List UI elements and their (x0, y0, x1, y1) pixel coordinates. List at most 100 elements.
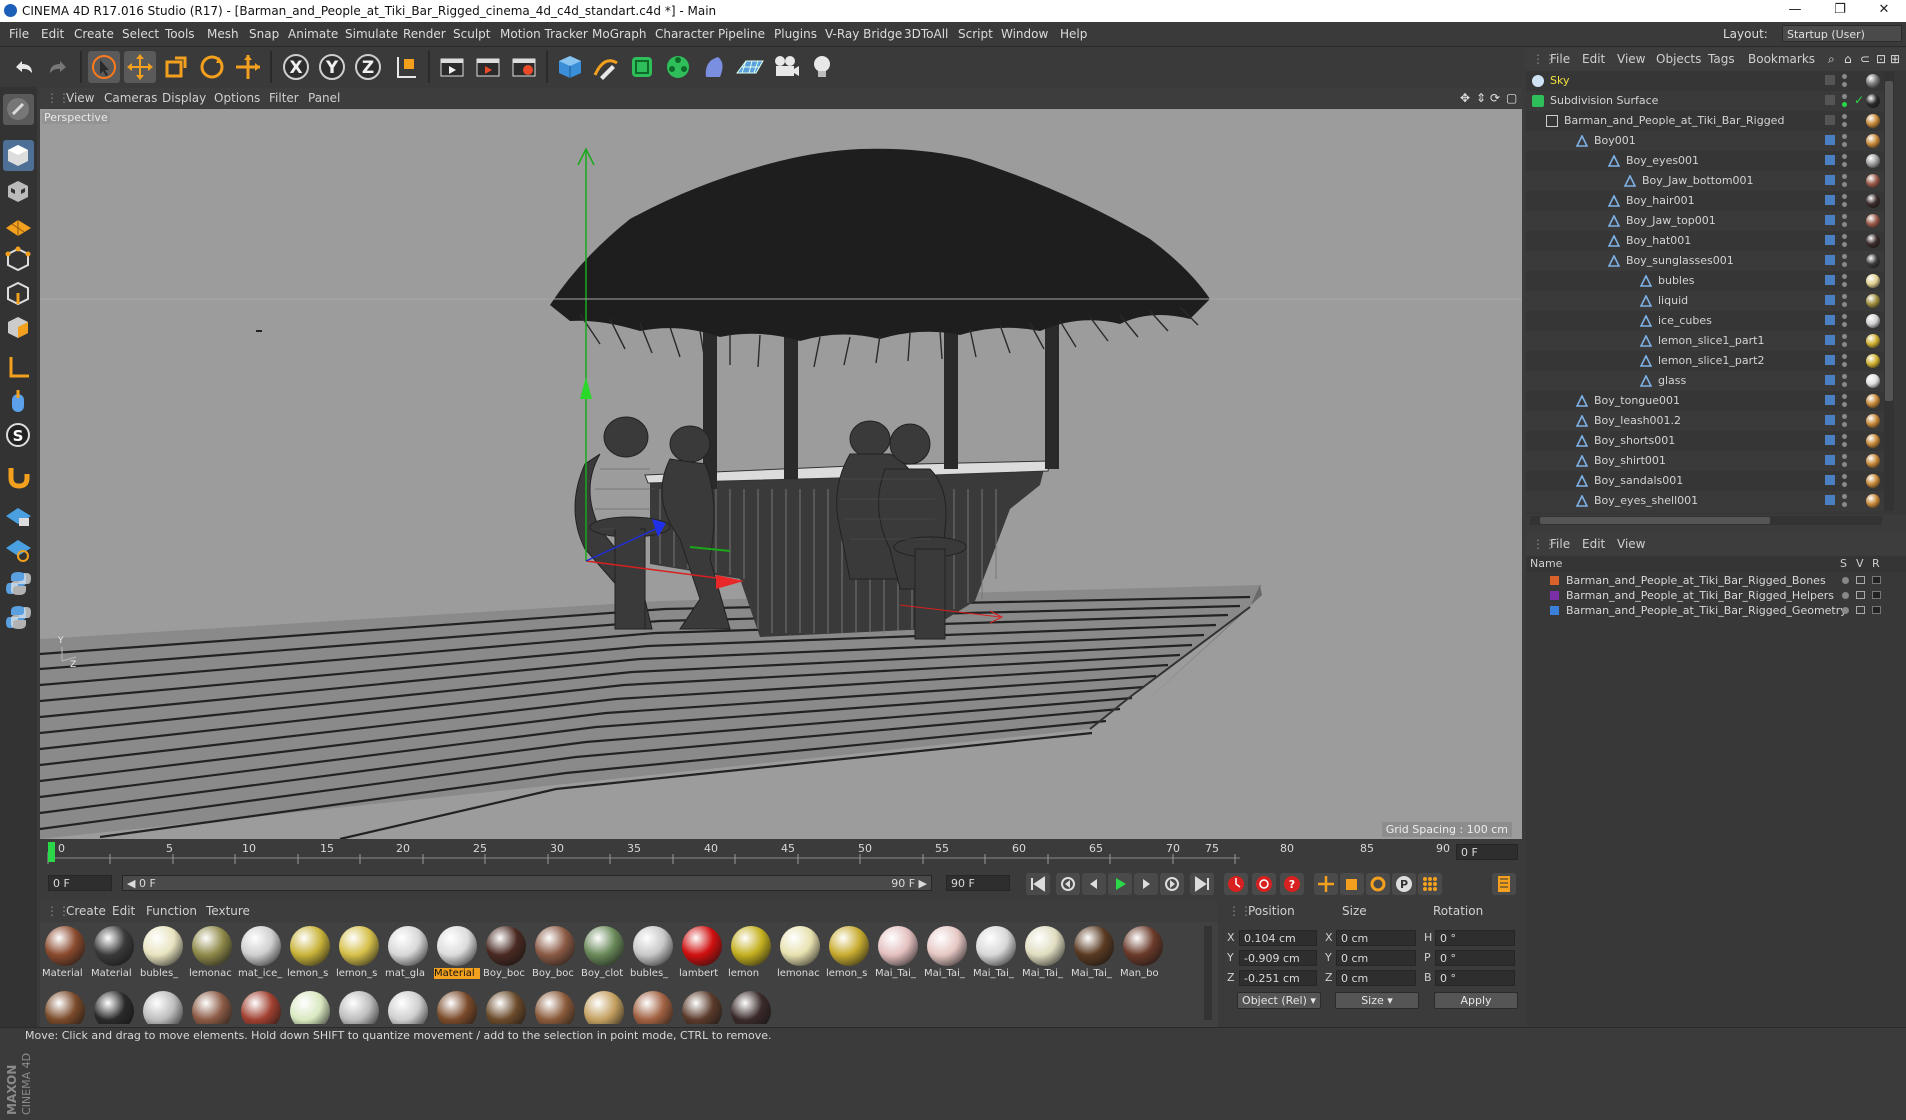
material-swatch[interactable] (91, 990, 137, 1024)
menu-help[interactable]: Help (1060, 27, 1087, 41)
material-tag-icon[interactable] (1866, 494, 1880, 508)
tweak-mode-icon[interactable] (3, 386, 34, 417)
recent-tools-icon[interactable] (232, 51, 264, 83)
object-row[interactable]: Boy001 (1526, 131, 1884, 151)
material-tag-icon[interactable] (1866, 234, 1880, 248)
object-row[interactable]: Boy_sunglasses001 (1526, 251, 1884, 271)
object-row[interactable]: glass (1526, 371, 1884, 391)
material-tag-icon[interactable] (1866, 74, 1880, 88)
layer-render-toggle[interactable] (1872, 591, 1881, 599)
material-swatch[interactable]: Man_bo (1120, 925, 1166, 981)
viewport-menu-options[interactable]: Options (214, 91, 260, 105)
material-tag-icon[interactable] (1866, 434, 1880, 448)
layer-color-swatch[interactable] (1550, 606, 1559, 615)
viewport-label[interactable]: Perspective (42, 111, 110, 124)
workplane-icon[interactable] (3, 210, 34, 241)
scale-icon[interactable] (160, 51, 192, 83)
object-vertical-scrollbar[interactable] (1884, 71, 1894, 511)
object-row[interactable]: lemon_slice1_part1 (1526, 331, 1884, 351)
material-swatch[interactable] (581, 990, 627, 1024)
material-tag-icon[interactable] (1866, 414, 1880, 428)
polygons-mode-icon[interactable] (3, 312, 34, 343)
object-row[interactable]: ice_cubes (1526, 311, 1884, 331)
close-button[interactable]: ✕ (1862, 2, 1906, 17)
layer-color-tag[interactable] (1825, 435, 1835, 445)
redo-icon[interactable] (42, 51, 74, 83)
material-menu-create[interactable]: Create (66, 904, 106, 918)
3d-viewport[interactable]: Y Z Perspective Grid Spacing : 100 cm (40, 109, 1522, 839)
visibility-dots[interactable] (1842, 174, 1848, 188)
axis-mode-icon[interactable] (3, 352, 34, 383)
material-swatch[interactable]: bubles_ (630, 925, 676, 981)
material-swatch[interactable]: Mai_Tai_ (1071, 925, 1117, 981)
object-menu-tags[interactable]: Tags (1708, 52, 1735, 66)
cube-primitive-icon[interactable] (554, 51, 586, 83)
material-tag-icon[interactable] (1866, 354, 1880, 368)
snapping-icon[interactable]: S (3, 420, 34, 451)
layer-color-tag[interactable] (1825, 255, 1835, 265)
viewport-pan-icon[interactable]: ✥ (1460, 91, 1470, 105)
material-swatch[interactable]: Mai_Tai_ (1022, 925, 1068, 981)
layer-color-tag[interactable] (1825, 295, 1835, 305)
material-menu-texture[interactable]: Texture (206, 904, 250, 918)
size-x-field[interactable]: 0 cm (1336, 930, 1416, 946)
frame-range-slider[interactable]: ◀ 0 F 90 F ▶ (122, 875, 932, 891)
texture-mode-icon[interactable] (3, 176, 34, 207)
rotation-h-field[interactable]: 0 ° (1435, 930, 1515, 946)
coordinate-system-icon[interactable] (390, 51, 422, 83)
object-link-icon[interactable]: ⊂ (1860, 52, 1870, 66)
menu-character[interactable]: Character (655, 27, 714, 41)
material-swatch[interactable]: Mai_Tai_ (875, 925, 921, 981)
layer-visible-toggle[interactable] (1856, 606, 1865, 614)
material-tag-icon[interactable] (1866, 254, 1880, 268)
magnet-icon[interactable] (3, 460, 34, 491)
record-keyframe-icon[interactable] (1224, 873, 1248, 895)
layer-color-tag[interactable] (1825, 235, 1835, 245)
visibility-dots[interactable] (1842, 394, 1848, 408)
position-z-field[interactable]: -0.251 cm (1239, 970, 1317, 986)
layer-menu-file[interactable]: File (1550, 537, 1570, 551)
material-swatch[interactable]: Boy_boc (532, 925, 578, 981)
layer-color-tag[interactable] (1825, 395, 1835, 405)
material-swatch[interactable] (140, 990, 186, 1024)
visibility-dots[interactable] (1842, 194, 1848, 208)
material-swatch[interactable]: Material (42, 925, 88, 981)
object-row[interactable]: Boy_Jaw_bottom001 (1526, 171, 1884, 191)
object-row[interactable]: bubles (1526, 271, 1884, 291)
material-tag-icon[interactable] (1866, 134, 1880, 148)
object-row[interactable]: Boy_shirt001 (1526, 451, 1884, 471)
visibility-dots[interactable] (1842, 214, 1848, 228)
material-swatch[interactable] (532, 990, 578, 1024)
object-row[interactable]: lemon_slice1_part2 (1526, 351, 1884, 371)
layer-solo-toggle[interactable] (1842, 577, 1849, 584)
go-to-start-icon[interactable] (1026, 873, 1050, 895)
viewport-menu-view[interactable]: View (66, 91, 94, 105)
material-swatch[interactable]: mat_gla (385, 925, 431, 981)
layer-color-tag[interactable] (1825, 455, 1835, 465)
material-tag-icon[interactable] (1866, 154, 1880, 168)
minimize-button[interactable]: — (1773, 2, 1817, 17)
material-swatch[interactable] (287, 990, 333, 1024)
layer-color-tag[interactable] (1825, 115, 1835, 125)
layer-color-swatch[interactable] (1550, 576, 1559, 585)
layer-color-tag[interactable] (1825, 95, 1835, 105)
previous-key-icon[interactable] (1056, 873, 1080, 895)
rotation-b-field[interactable]: 0 ° (1435, 970, 1515, 986)
autokeying-icon[interactable] (1252, 873, 1276, 895)
object-row[interactable]: Sky (1526, 71, 1884, 91)
viewport-menu-filter[interactable]: Filter (269, 91, 299, 105)
menu-create[interactable]: Create (74, 27, 114, 41)
menu-window[interactable]: Window (1001, 27, 1048, 41)
layout-select[interactable]: Startup (User) (1782, 25, 1902, 42)
current-frame-field[interactable]: 0 F (1456, 844, 1518, 860)
menu-plugins[interactable]: Plugins (774, 27, 817, 41)
layer-color-tag[interactable] (1825, 195, 1835, 205)
object-menu-file[interactable]: File (1550, 52, 1570, 66)
visibility-dots[interactable] (1842, 454, 1848, 468)
material-swatch[interactable]: lemon_s (336, 925, 382, 981)
layer-color-tag[interactable] (1825, 175, 1835, 185)
layer-color-tag[interactable] (1825, 335, 1835, 345)
material-tag-icon[interactable] (1866, 194, 1880, 208)
go-to-end-icon[interactable] (1190, 873, 1214, 895)
previous-frame-icon[interactable] (1082, 873, 1106, 895)
